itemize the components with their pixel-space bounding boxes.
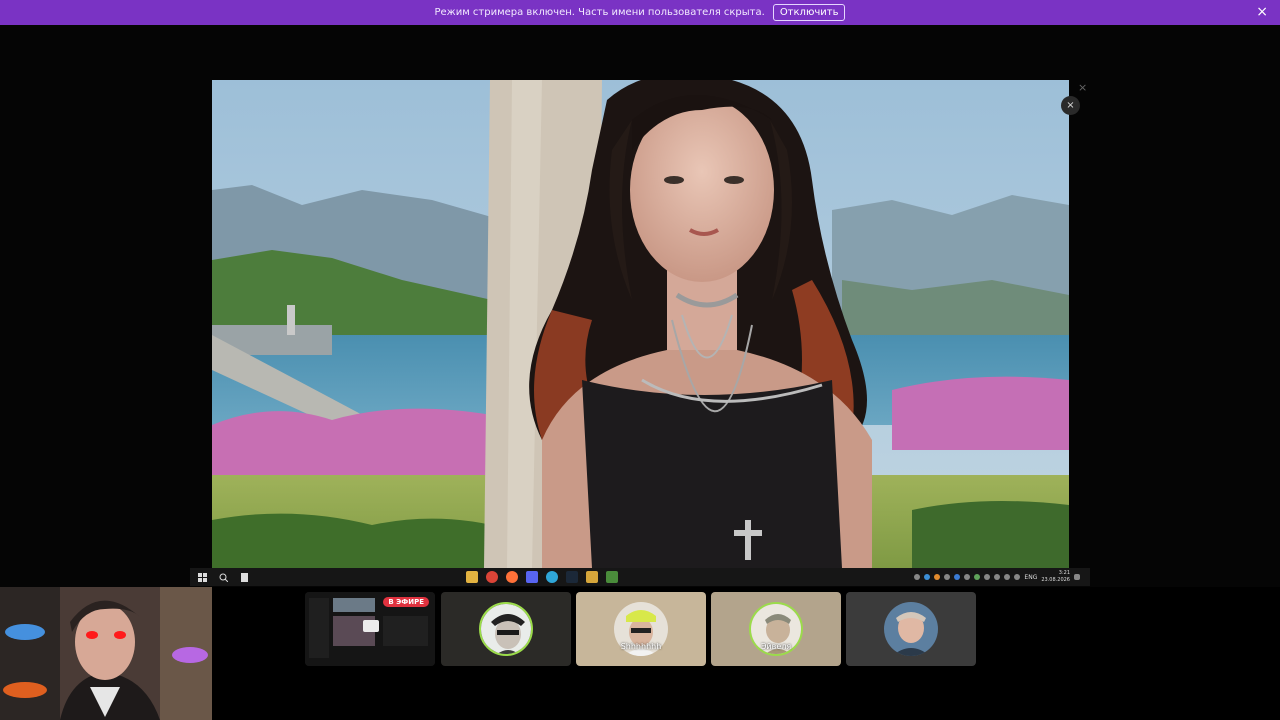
file-explorer-icon [466,571,478,583]
streamer-mode-message: Режим стримера включен. Часть имени поль… [434,7,765,18]
participant-tile[interactable]: Shhhhhhh [576,592,706,666]
stream-viewer[interactable] [212,80,1069,568]
camera-video [0,587,212,720]
messenger-icon [546,571,558,583]
task-view-icon [238,571,250,583]
participant-name: Shhhhhhh [620,642,662,651]
screen-share-tile[interactable]: В ЭФИРЕ [305,592,435,666]
avatar [884,602,938,656]
firefox-icon [506,571,518,583]
close-viewer-button[interactable]: × [1061,96,1080,115]
clock-date: 23.08.2026 [1041,577,1070,583]
streamer-mode-banner: Режим стримера включен. Часть имени поль… [0,0,1280,25]
taskbar-clock: 3:21 23.08.2026 [1041,570,1070,584]
tray-icon [934,574,941,580]
search-icon [217,571,229,583]
discord-icon [526,571,538,583]
microphone-icon [994,574,1001,580]
tray-icon [954,574,961,580]
stream-image [212,80,1069,568]
tray-icon [974,574,981,580]
clock-time: 3:21 [1058,570,1070,576]
notification-icon [1074,574,1080,580]
live-badge: В ЭФИРЕ [383,597,429,607]
disable-streamer-mode-button[interactable]: Отключить [772,4,846,21]
tray-icon [944,574,951,580]
close-icon[interactable]: × [1078,81,1087,94]
participant-tile[interactable] [846,592,976,666]
tray-icon [964,574,971,580]
language-indicator: ENG [1024,573,1038,581]
close-icon: × [1066,100,1075,111]
app-icon [586,571,598,583]
participant-tile[interactable] [441,592,571,666]
close-icon[interactable]: × [1256,4,1268,20]
steam-icon [566,571,578,583]
network-icon [1004,574,1011,580]
tray-icon [914,574,921,580]
app-icon [606,571,618,583]
volume-icon [1014,574,1021,580]
windows-start-icon [196,571,208,583]
chrome-icon [486,571,498,583]
avatar [479,602,533,656]
participant-name: Эйвеля [760,642,792,651]
participant-tile[interactable]: Эйвеля [711,592,841,666]
tray-icon [924,574,931,580]
tray-icon [984,574,991,580]
self-camera-tile[interactable] [0,587,212,720]
shared-screen-taskbar: ENG 3:21 23.08.2026 [190,568,1090,586]
